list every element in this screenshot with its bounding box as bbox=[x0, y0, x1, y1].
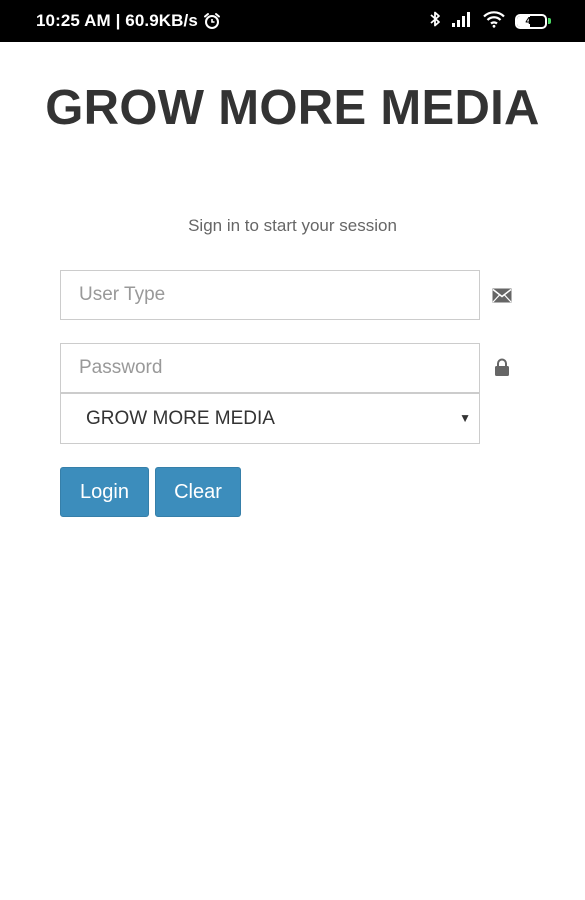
bluetooth-icon bbox=[428, 10, 442, 33]
company-select[interactable]: GROW MORE MEDIA ▼ bbox=[60, 393, 480, 444]
alarm-icon bbox=[203, 12, 221, 30]
user-type-field[interactable] bbox=[60, 270, 480, 320]
wifi-icon bbox=[482, 10, 506, 33]
battery-icon: 46 bbox=[515, 13, 551, 29]
time-speed-text: 10:25 AM | 60.9KB/s bbox=[36, 11, 198, 30]
chevron-down-icon: ▼ bbox=[459, 411, 471, 425]
password-field[interactable] bbox=[60, 343, 480, 393]
signal-icon bbox=[451, 11, 473, 32]
battery-tip bbox=[548, 18, 551, 24]
signin-subtitle: Sign in to start your session bbox=[188, 216, 397, 235]
password-input[interactable] bbox=[61, 344, 479, 392]
status-bar: 10:25 AM | 60.9KB/s 46 bbox=[0, 0, 585, 42]
app-brand-title: GROW MORE MEDIA bbox=[45, 81, 540, 135]
lock-icon bbox=[491, 356, 513, 378]
clear-button[interactable]: Clear bbox=[155, 467, 241, 517]
status-left: 10:25 AM | 60.9KB/s bbox=[36, 0, 221, 42]
envelope-icon bbox=[491, 284, 513, 306]
battery-level: 46 bbox=[525, 15, 537, 27]
login-button[interactable]: Login bbox=[60, 467, 149, 517]
status-right: 46 bbox=[428, 0, 551, 42]
company-select-value: GROW MORE MEDIA bbox=[86, 407, 275, 429]
user-type-input[interactable] bbox=[61, 271, 479, 319]
